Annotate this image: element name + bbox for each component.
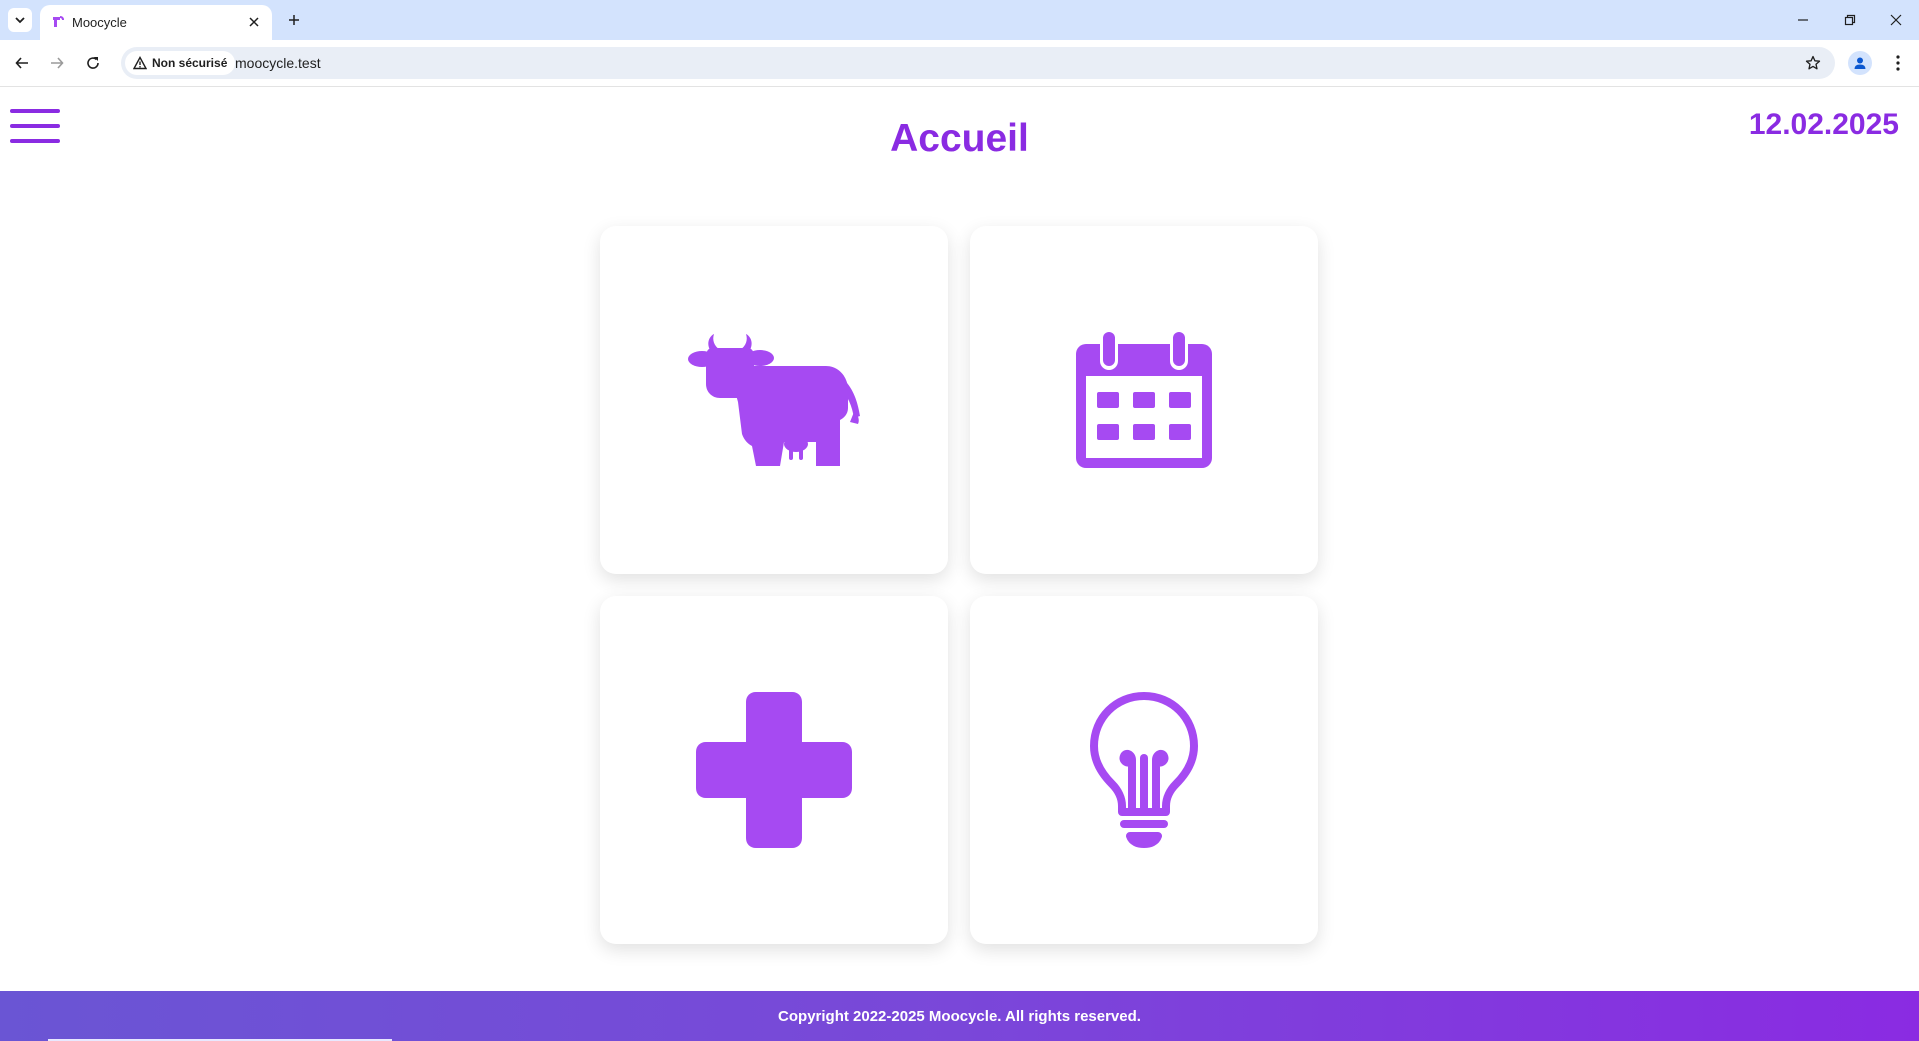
url-text[interactable]: moocycle.test <box>235 55 321 71</box>
more-vertical-icon <box>1896 55 1900 71</box>
bookmark-button[interactable] <box>1801 51 1825 75</box>
close-icon <box>1890 14 1902 26</box>
footer: Copyright 2022-2025 Moocycle. All rights… <box>0 991 1919 1041</box>
reload-icon <box>87 57 99 69</box>
security-label: Non sécurisé <box>152 56 228 70</box>
forward-button[interactable] <box>45 51 69 75</box>
back-button[interactable] <box>10 51 34 75</box>
tab-title: Moocycle <box>72 15 127 30</box>
page-title: Accueil <box>890 117 1029 160</box>
moocycle-favicon-icon <box>53 16 64 27</box>
close-window-button[interactable] <box>1873 0 1919 40</box>
tab-close-button[interactable] <box>246 14 262 30</box>
star-icon <box>1805 55 1821 70</box>
plus-icon <box>289 15 299 25</box>
browser-toolbar: Non sécurisé moocycle.test <box>0 40 1919 87</box>
arrow-right-icon <box>51 57 64 69</box>
address-bar[interactable]: Non sécurisé moocycle.test <box>121 47 1835 79</box>
calendar-icon <box>1076 330 1212 468</box>
card-tips[interactable] <box>970 596 1318 944</box>
warning-icon <box>133 56 147 70</box>
card-cows[interactable] <box>600 226 948 574</box>
browser-tab-bar: Moocycle <box>0 0 1919 40</box>
security-chip[interactable]: Non sécurisé <box>125 51 236 75</box>
restore-icon <box>1844 14 1856 26</box>
profile-button[interactable] <box>1848 51 1872 75</box>
card-calendar[interactable] <box>970 226 1318 574</box>
chevron-down-icon <box>15 17 25 24</box>
tab-search-button[interactable] <box>8 8 32 32</box>
person-icon <box>1854 57 1866 69</box>
page-date: 12.02.2025 <box>1748 108 1899 141</box>
footer-copyright: Copyright 2022-2025 Moocycle. All rights… <box>778 1007 1141 1025</box>
browser-menu-button[interactable] <box>1886 51 1910 75</box>
browser-tab[interactable]: Moocycle <box>40 5 272 40</box>
arrow-left-icon <box>15 57 28 69</box>
lightbulb-icon <box>1090 692 1198 848</box>
reload-button[interactable] <box>81 51 105 75</box>
medical-cross-icon <box>696 692 852 848</box>
hamburger-line <box>10 109 60 113</box>
minimize-button[interactable] <box>1780 0 1826 40</box>
minimize-icon <box>1798 19 1808 21</box>
new-tab-button[interactable] <box>282 8 306 32</box>
restore-button[interactable] <box>1827 0 1873 40</box>
cow-icon <box>688 334 860 466</box>
close-icon <box>249 17 259 27</box>
card-health[interactable] <box>600 596 948 944</box>
